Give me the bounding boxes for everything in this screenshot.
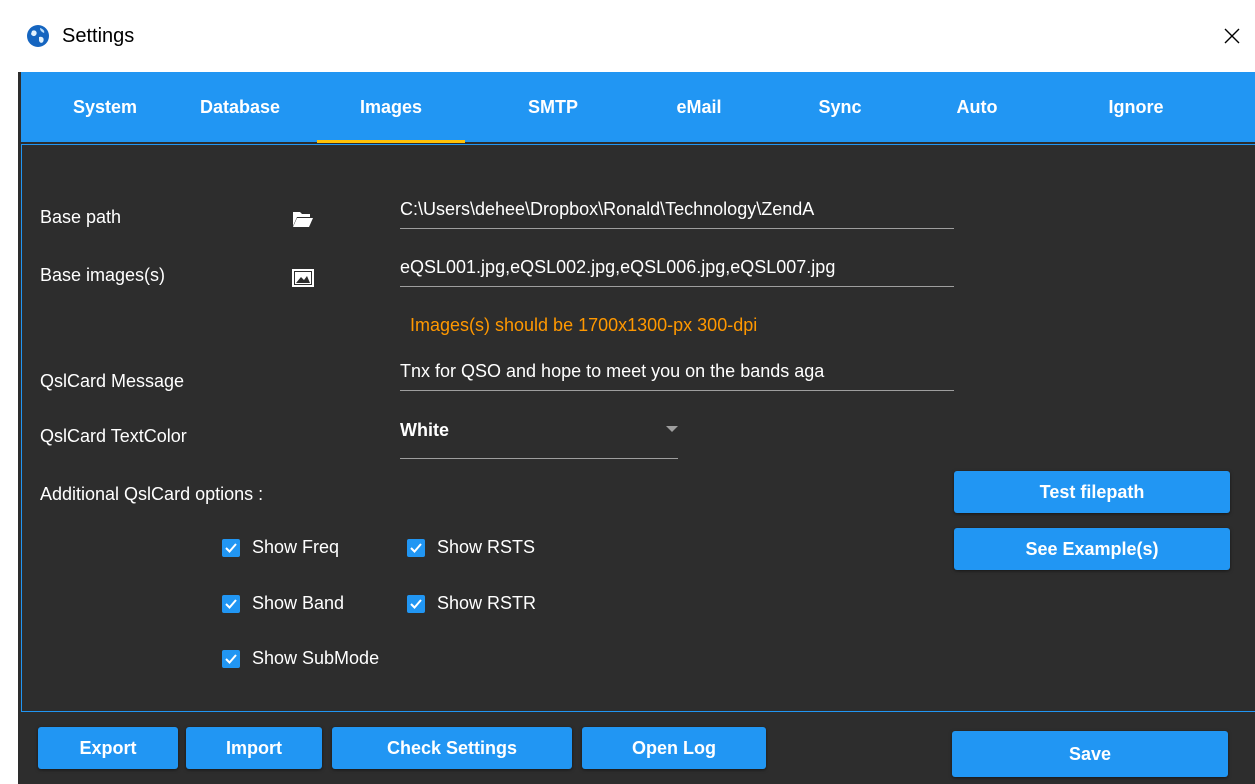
images-panel: Base path C:\Users\dehee\Dropbox\Ronald\…: [21, 144, 1255, 712]
show-freq-checkbox[interactable]: Show Freq: [222, 537, 339, 558]
base-images-field[interactable]: eQSL001.jpg,eQSL002.jpg,eQSL006.jpg,eQSL…: [400, 257, 954, 287]
close-button[interactable]: [1209, 0, 1255, 72]
globe-icon: [27, 25, 49, 47]
qsl-message-label: QslCard Message: [40, 371, 185, 391]
see-examples-button[interactable]: See Example(s): [954, 528, 1230, 570]
tab-database[interactable]: Database: [171, 72, 309, 142]
checkmark-icon: [222, 538, 240, 557]
show-band-checkbox[interactable]: Show Band: [222, 593, 344, 614]
active-tab-indicator: [317, 140, 465, 143]
import-button[interactable]: Import: [186, 727, 322, 769]
test-filepath-button[interactable]: Test filepath: [954, 471, 1230, 513]
tab-images[interactable]: Images: [317, 72, 465, 142]
folder-open-icon[interactable]: [292, 209, 314, 229]
tab-bar: System Database Images SMTP eMail Sync A…: [21, 72, 1255, 143]
show-rsts-checkbox[interactable]: Show RSTS: [407, 537, 535, 558]
show-rsts-label: Show RSTS: [437, 537, 536, 557]
base-images-label: Base images(s): [40, 265, 166, 285]
text-color-select[interactable]: White: [400, 420, 678, 459]
show-submode-checkbox[interactable]: Show SubMode: [222, 648, 379, 669]
check-settings-button[interactable]: Check Settings: [332, 727, 572, 769]
window-title: Settings: [62, 25, 135, 47]
checkmark-icon: [222, 649, 240, 668]
show-submode-label: Show SubMode: [252, 648, 380, 668]
tab-ignore[interactable]: Ignore: [1069, 72, 1203, 142]
additional-options-label: Additional QslCard options :: [40, 484, 264, 504]
checkmark-icon: [407, 538, 425, 557]
show-freq-label: Show Freq: [252, 537, 340, 557]
close-icon: [1224, 28, 1240, 44]
image-icon[interactable]: [292, 268, 314, 288]
tab-system[interactable]: System: [51, 72, 159, 142]
tab-sync[interactable]: Sync: [773, 72, 907, 142]
show-rstr-label: Show RSTR: [437, 593, 537, 613]
base-path-label: Base path: [40, 207, 122, 227]
base-path-field[interactable]: C:\Users\dehee\Dropbox\Ronald\Technology…: [400, 199, 954, 229]
checkmark-icon: [407, 594, 425, 613]
save-button[interactable]: Save: [952, 731, 1228, 777]
tab-smtp[interactable]: SMTP: [483, 72, 623, 142]
export-button[interactable]: Export: [38, 727, 178, 769]
tab-email[interactable]: eMail: [629, 72, 769, 142]
image-size-hint: Images(s) should be 1700x1300-px 300-dpi: [410, 315, 758, 335]
text-color-label: QslCard TextColor: [40, 426, 187, 446]
open-log-button[interactable]: Open Log: [582, 727, 766, 769]
show-rstr-checkbox[interactable]: Show RSTR: [407, 593, 536, 614]
window-titlebar: Settings: [0, 0, 1255, 74]
checkmark-icon: [222, 594, 240, 613]
text-color-value: White: [400, 420, 449, 440]
tab-auto[interactable]: Auto: [917, 72, 1037, 142]
dropdown-arrow-icon: [666, 426, 678, 432]
qsl-message-field[interactable]: Tnx for QSO and hope to meet you on the …: [400, 361, 954, 391]
show-band-label: Show Band: [252, 593, 345, 613]
settings-dialog: System Database Images SMTP eMail Sync A…: [18, 72, 1255, 784]
